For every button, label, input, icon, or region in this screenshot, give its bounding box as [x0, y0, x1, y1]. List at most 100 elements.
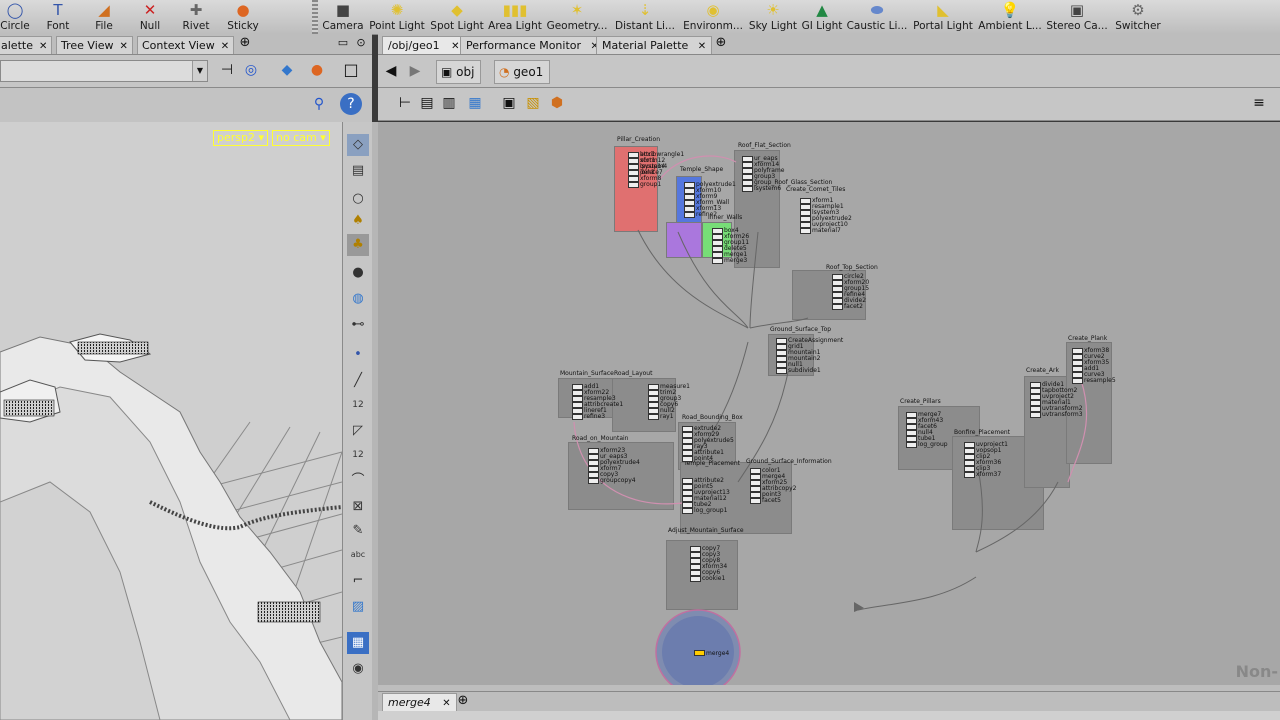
group-title[interactable]: Create_Ark	[1026, 367, 1059, 374]
node-refine3[interactable]	[572, 414, 583, 420]
breadcrumb-obj[interactable]: ▣ obj	[436, 60, 482, 84]
node-point4[interactable]	[682, 456, 693, 462]
view-select-icon[interactable]: ◇	[347, 134, 369, 156]
group-title[interactable]: Road_Layout	[614, 370, 652, 377]
point-light-tool[interactable]: ✺ Point Light	[369, 0, 425, 34]
grid-layout-icon[interactable]: ▦	[347, 632, 369, 654]
forward-icon[interactable]: ▶	[404, 60, 426, 82]
shading-icon[interactable]: ●	[306, 59, 328, 81]
group-title[interactable]: Roof_Top_Section	[826, 264, 878, 271]
eye-icon[interactable]: ◉	[347, 658, 369, 680]
light-icon[interactable]: ♠	[347, 210, 369, 232]
node-merge3[interactable]	[712, 258, 723, 264]
node-resample5[interactable]	[1072, 378, 1083, 384]
text-abc-icon[interactable]: abc	[347, 544, 369, 566]
breadcrumb-geo1[interactable]: ◔ geo1	[494, 60, 551, 84]
camera-view-icon[interactable]: ▤	[347, 160, 369, 182]
tab-tree-view[interactable]: Tree View ✕	[56, 36, 133, 54]
portal-light-tool[interactable]: ◣ Portal Light	[912, 0, 974, 34]
merge4-node[interactable]	[694, 650, 705, 656]
circle-tool[interactable]: ◯ Circle	[0, 0, 30, 34]
cube-icon[interactable]: ◆	[276, 59, 298, 81]
group-title[interactable]: Road_Bounding_Box	[682, 414, 743, 421]
pane-menu-icon[interactable]: ⊙	[350, 32, 372, 54]
number-12-icon[interactable]: 12	[347, 394, 369, 416]
tab-performance-monitor[interactable]: Performance Monitor ✕	[460, 36, 605, 54]
node-facet5[interactable]	[750, 498, 761, 504]
add-tab-icon[interactable]: ⊕	[234, 32, 256, 54]
node-log_group1[interactable]	[682, 508, 693, 514]
viewer-path-combo[interactable]: ▼	[0, 60, 208, 82]
sphere-icon[interactable]: ○	[347, 188, 369, 210]
point-icon[interactable]: •	[347, 344, 369, 366]
close-icon[interactable]: ✕	[442, 698, 450, 709]
close-icon[interactable]: ✕	[221, 41, 229, 52]
node-log_group[interactable]	[906, 442, 917, 448]
distant-light-tool[interactable]: ⇣ Distant Li...	[612, 0, 678, 34]
cross-icon[interactable]: ⊠	[347, 496, 369, 518]
sticky-note-icon[interactable]: ▧	[522, 92, 544, 114]
spot-light-tool[interactable]: ◆ Spot Light	[430, 0, 484, 34]
tab-context-view[interactable]: Context View ✕	[137, 36, 235, 54]
camera-chip[interactable]: persp2 ▾	[213, 130, 269, 146]
environment-light-tool[interactable]: ◉ Environm...	[682, 0, 744, 34]
group-title[interactable]: Ground_Surface_Information	[746, 458, 832, 465]
group-title[interactable]: Temple_Shape	[680, 166, 723, 173]
group-title[interactable]: Road_on_Mountain	[572, 435, 628, 442]
globe-icon[interactable]: ◍	[347, 288, 369, 310]
sky-light-tool[interactable]: ☀ Sky Light	[748, 0, 798, 34]
node-cookie1[interactable]	[690, 576, 701, 582]
group-title[interactable]: Mountain_Surface	[560, 370, 614, 377]
help-icon[interactable]: ?	[340, 93, 362, 115]
shelf-separator[interactable]	[312, 0, 318, 34]
close-icon[interactable]: ✕	[39, 41, 47, 52]
file-tool[interactable]: ◢ File	[86, 0, 122, 34]
group-title[interactable]: Create_Comet_Tiles	[786, 186, 845, 193]
tab-material-palette[interactable]: Material Palette ✕	[596, 36, 713, 54]
close-icon[interactable]: ✕	[451, 41, 459, 52]
ambient-light-tool[interactable]: 💡 Ambient L...	[978, 0, 1042, 34]
scene-viewport[interactable]: persp2 ▾ no cam ▾	[0, 122, 342, 720]
group-title[interactable]: Pillar_Creation	[617, 136, 660, 143]
node-delete7[interactable]	[628, 170, 639, 176]
node-subdivide1[interactable]	[776, 368, 787, 374]
network-editor[interactable]: Pillar_Creation Temple_Shape Roof_Flat_S…	[378, 122, 1280, 685]
vertex-icon[interactable]: ◸	[347, 420, 369, 442]
pin-icon[interactable]: ⊣	[216, 59, 238, 81]
null-tool[interactable]: ✕ Null	[132, 0, 168, 34]
node-xform37[interactable]	[964, 472, 975, 478]
group-title[interactable]: Adjust_Mountain_Surface	[668, 527, 744, 534]
group-title[interactable]: Create_Pillars	[900, 398, 941, 405]
cam-chip[interactable]: no cam ▾	[272, 130, 330, 146]
number-12b-icon[interactable]: 12	[347, 444, 369, 466]
node-lsystem6[interactable]	[742, 186, 753, 192]
group-title[interactable]: Bonfire_Placement	[954, 429, 1010, 436]
node-material7[interactable]	[800, 228, 811, 234]
back-icon[interactable]: ◀	[380, 60, 402, 82]
node-uvtransform3[interactable]	[1030, 412, 1041, 418]
link-icon[interactable]: ◎	[240, 59, 262, 81]
close-icon[interactable]: ✕	[120, 41, 128, 52]
stereo-camera-tool[interactable]: ▣ Stereo Ca...	[1046, 0, 1108, 34]
subnet-icon[interactable]: ⬢	[546, 92, 568, 114]
area-light-tool[interactable]: ▮▮▮ Area Light	[488, 0, 542, 34]
tab-palette[interactable]: alette ✕	[0, 36, 53, 54]
shaded-sphere-icon[interactable]: ●	[347, 262, 369, 284]
grid-icon[interactable]: ▦	[464, 92, 486, 114]
camera-tool[interactable]: ■ Camera	[320, 0, 366, 34]
add-tab-icon[interactable]: ⊕	[710, 32, 732, 54]
group-title[interactable]: Ground_Surface_Top	[770, 326, 831, 333]
image-icon[interactable]: ▨	[347, 596, 369, 618]
node-facet2[interactable]	[832, 304, 843, 310]
gi-light-tool[interactable]: ▲ GI Light	[800, 0, 844, 34]
snap-icon[interactable]: ⌐	[347, 570, 369, 592]
chevron-down-icon[interactable]: ▼	[192, 61, 207, 81]
light-active-icon[interactable]: ♣	[347, 234, 369, 256]
tab-obj-geo1[interactable]: /obj/geo1 ✕	[382, 36, 466, 54]
network-box-icon[interactable]: ▣	[498, 92, 520, 114]
tree-icon[interactable]: ⊢	[394, 92, 416, 114]
add-tab-icon[interactable]: ⊕	[452, 690, 474, 712]
rivet-tool[interactable]: ✚ Rivet	[178, 0, 214, 34]
close-icon[interactable]: ✕	[698, 41, 706, 52]
snapshot-icon[interactable]: □	[340, 59, 362, 81]
